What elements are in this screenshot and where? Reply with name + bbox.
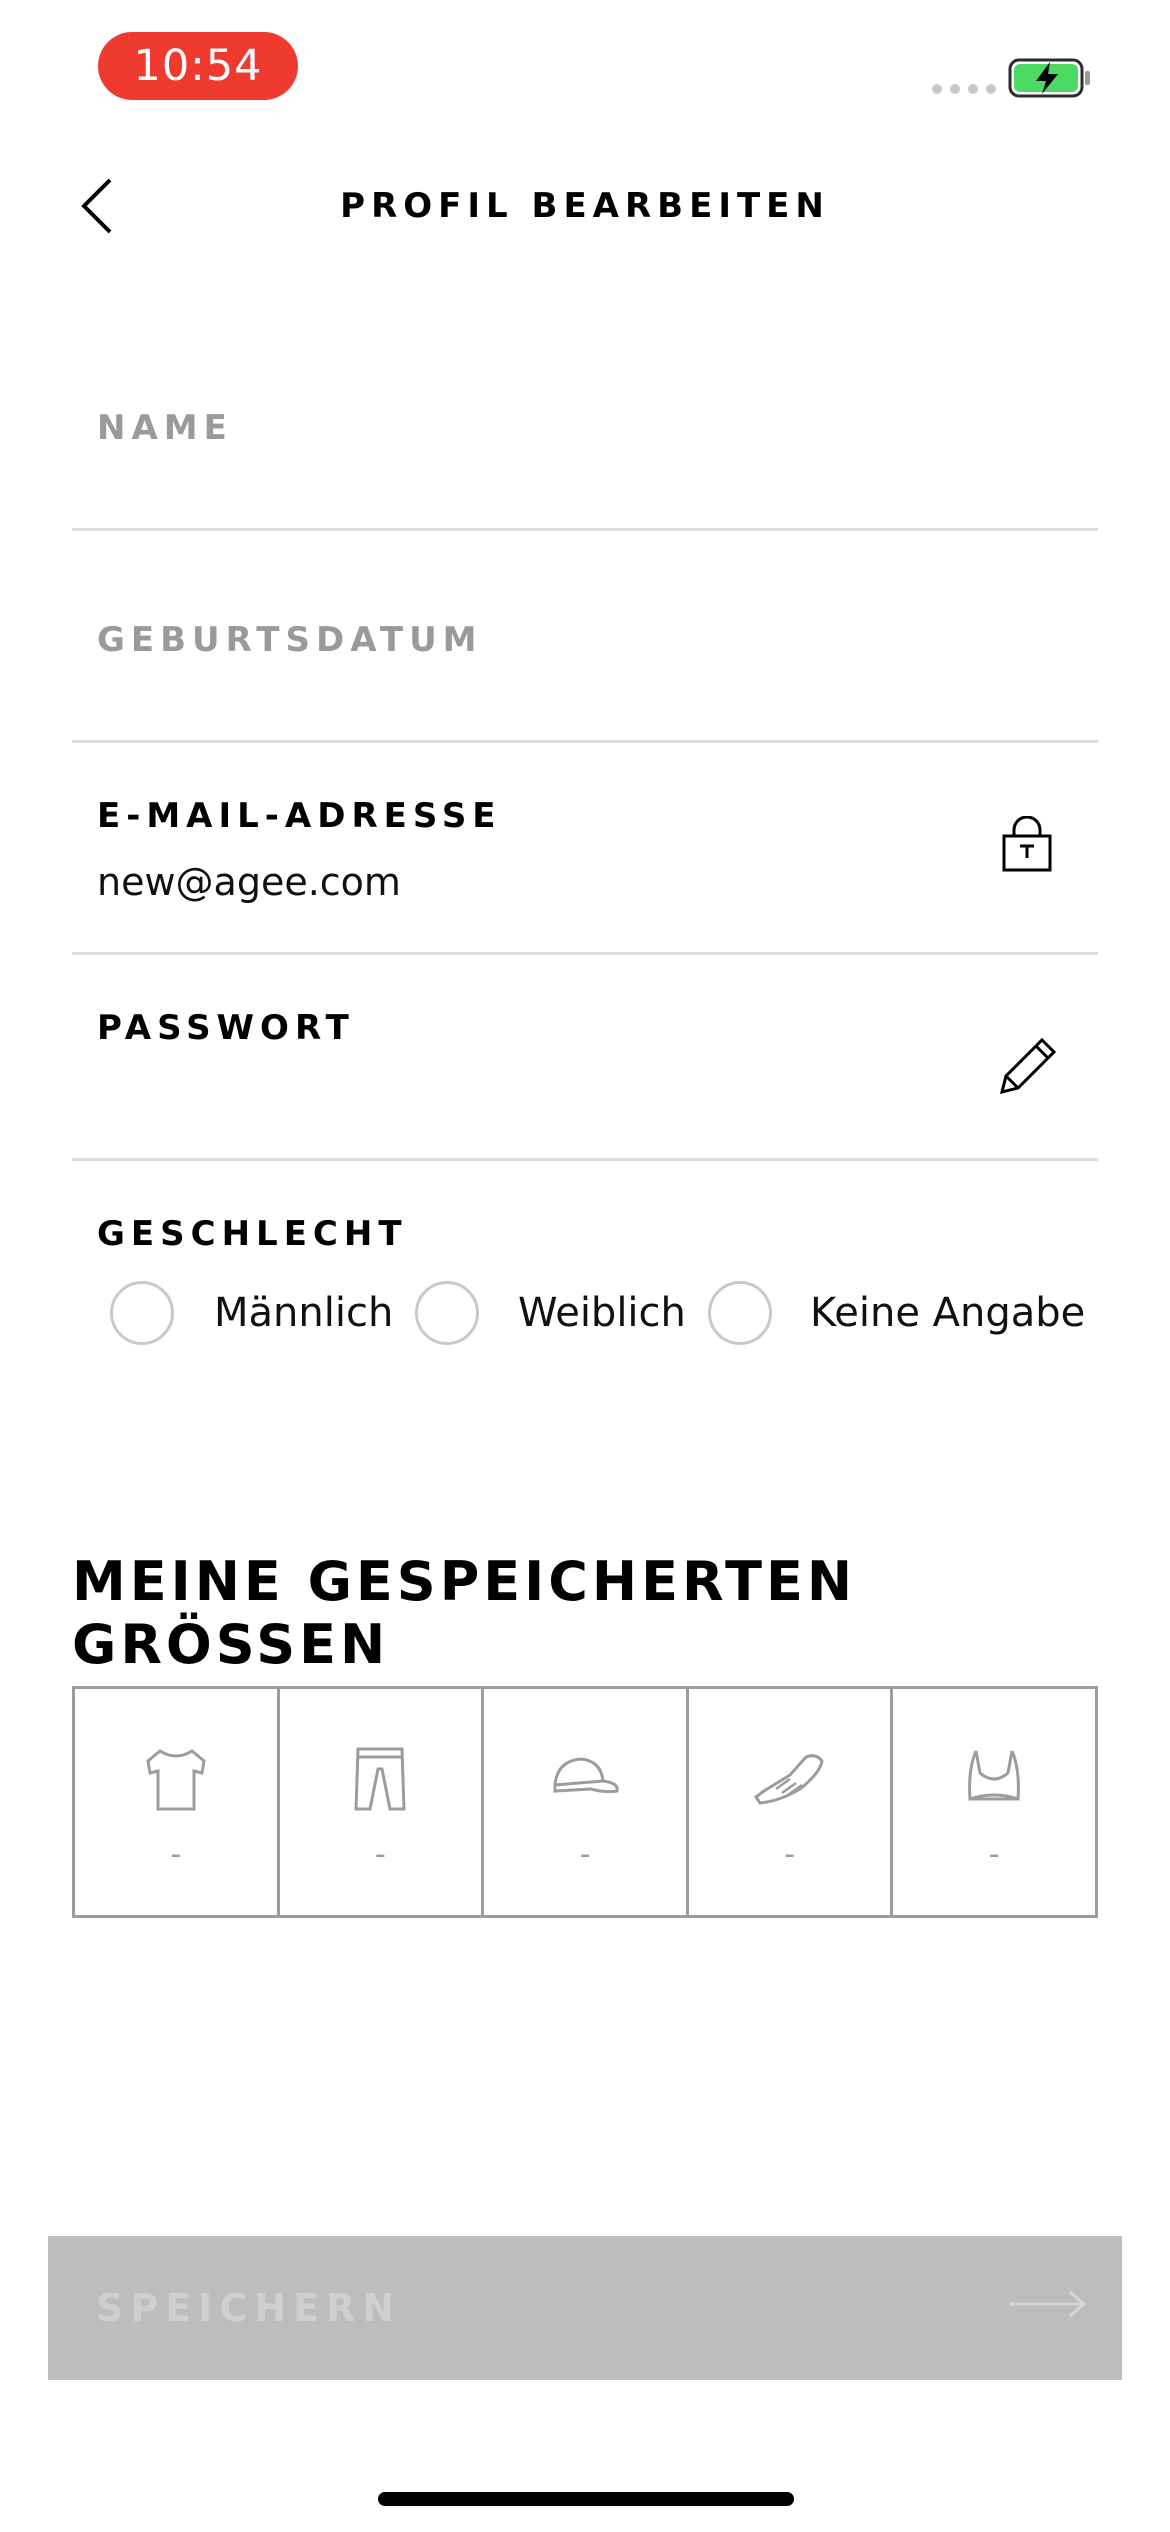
radio-label-no-answer: Keine Angabe — [810, 1290, 1086, 1336]
radio-label-male: Männlich — [214, 1290, 394, 1336]
birthdate-field[interactable]: GEBURTSDATUM — [97, 620, 483, 660]
lock-icon — [1002, 816, 1052, 872]
pants-icon — [354, 1747, 406, 1811]
radio-female[interactable] — [415, 1281, 479, 1345]
size-value-pants: - — [374, 1837, 386, 1872]
size-cell-cap[interactable]: - — [484, 1689, 689, 1915]
size-value-tshirt: - — [170, 1837, 182, 1872]
password-label: PASSWORT — [97, 1008, 355, 1048]
cap-icon — [553, 1757, 619, 1794]
name-field[interactable]: NAME — [97, 408, 233, 448]
size-value-shoe: - — [784, 1837, 795, 1872]
radio-male[interactable] — [110, 1281, 174, 1345]
shoe-icon — [753, 1754, 824, 1805]
sports-bra-icon — [968, 1750, 1021, 1801]
status-time: 10:54 — [98, 32, 298, 100]
saved-sizes-grid: - - - - - — [72, 1686, 1098, 1918]
battery-charging-icon — [1008, 58, 1090, 98]
email-value: new@agee.com — [97, 860, 401, 904]
edit-pencil-icon[interactable] — [992, 1032, 1062, 1102]
tshirt-icon — [146, 1749, 206, 1811]
size-cell-tshirt[interactable]: - — [75, 1689, 280, 1915]
saved-sizes-title: MEINE GESPEICHERTEN GRÖSSEN — [72, 1550, 857, 1676]
page-title: PROFIL BEARBEITEN — [340, 186, 830, 226]
size-value-cap: - — [579, 1837, 591, 1872]
size-cell-sports-bra[interactable]: - — [893, 1689, 1095, 1915]
radio-label-female: Weiblich — [518, 1290, 686, 1336]
gender-label: GESCHLECHT — [97, 1214, 408, 1254]
arrow-right-icon — [1010, 2290, 1087, 2318]
size-value-sports-bra: - — [988, 1837, 1000, 1872]
size-cell-shoe[interactable]: - — [689, 1689, 894, 1915]
save-button[interactable]: SPEICHERN — [48, 2236, 1122, 2380]
radio-no-answer[interactable] — [708, 1281, 772, 1345]
size-cell-pants[interactable]: - — [280, 1689, 485, 1915]
save-button-label: SPEICHERN — [96, 2286, 402, 2330]
divider — [72, 952, 1098, 955]
signal-icon — [932, 84, 996, 94]
divider — [72, 1158, 1098, 1161]
home-indicator — [378, 2492, 794, 2506]
divider — [72, 528, 1098, 531]
email-label: E-MAIL-ADRESSE — [97, 796, 502, 836]
divider — [72, 740, 1098, 743]
